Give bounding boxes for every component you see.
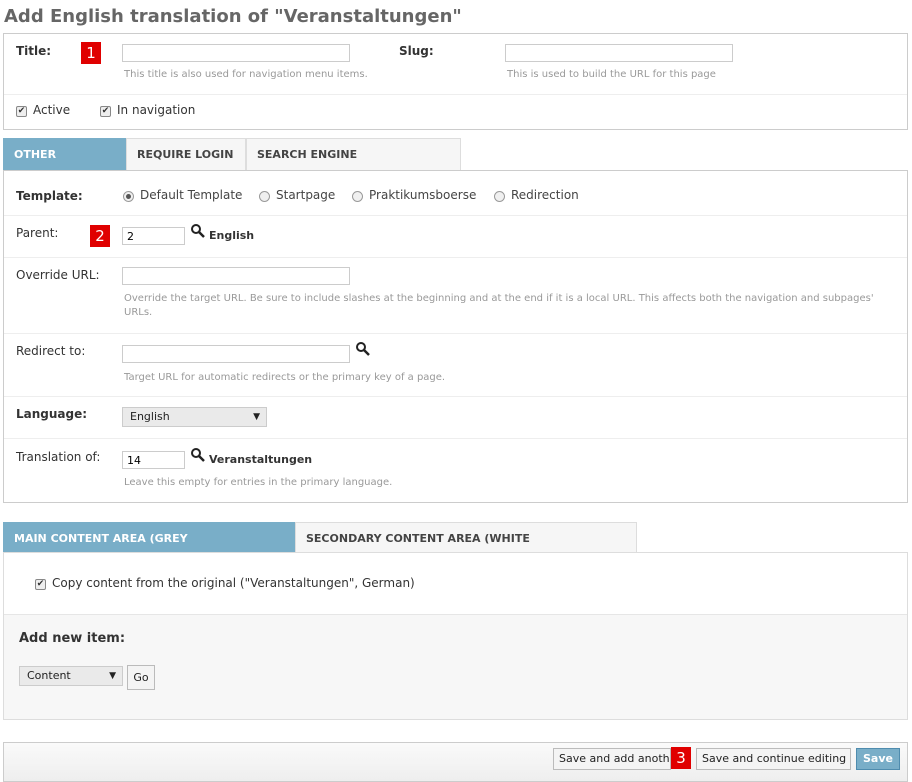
active-label: Active [33, 103, 71, 117]
content-panel: ✔ Copy content from the original ("Veran… [3, 552, 908, 720]
active-checkbox[interactable]: ✔ [16, 106, 27, 117]
tab-search-engine-optimization[interactable]: SEARCH ENGINE OPTIMIZATION [246, 138, 461, 193]
language-label: Language: [16, 407, 88, 421]
translation-of-input[interactable] [122, 451, 185, 469]
save-and-continue-editing-button[interactable]: Save and continue editing [696, 748, 851, 770]
title-label: Title: [16, 44, 52, 58]
divider [4, 396, 907, 397]
override-url-help: Override the target URL. Be sure to incl… [124, 293, 874, 304]
parent-lookup-magnifier-icon[interactable] [190, 223, 206, 239]
go-button[interactable]: Go [127, 665, 155, 690]
translation-of-label: Translation of: [16, 450, 101, 464]
copy-content-row: ✔ Copy content from the original ("Veran… [4, 553, 907, 615]
copy-content-label: Copy content from the original ("Veranst… [52, 576, 415, 590]
annotation-marker-2: 2 [90, 225, 110, 247]
basic-fields-panel: Title: 1 This title is also used for nav… [3, 33, 908, 130]
redirect-to-help: Target URL for automatic redirects or th… [124, 372, 446, 383]
save-button[interactable]: Save [856, 748, 900, 770]
tab-other-options[interactable]: OTHER OPTIONS [3, 138, 126, 193]
override-url-help-cont: URLs. [124, 307, 153, 318]
title-input[interactable] [122, 44, 350, 62]
template-label: Template: [16, 189, 83, 203]
chevron-down-icon: ▼ [109, 671, 116, 681]
parent-input[interactable] [122, 227, 185, 245]
translation-of-help: Leave this empty for entries in the prim… [124, 477, 393, 488]
annotation-marker-1: 1 [81, 42, 101, 64]
submit-row: Save and add another 3 Save and continue… [3, 742, 908, 782]
divider [4, 94, 907, 95]
slug-help: This is used to build the URL for this p… [507, 69, 716, 80]
annotation-marker-3: 3 [671, 747, 691, 769]
page-title: Add English translation of "Veranstaltun… [4, 6, 462, 27]
title-help: This title is also used for navigation m… [124, 69, 368, 80]
redirect-to-label: Redirect to: [16, 344, 86, 358]
parent-lookup-value: English [209, 229, 255, 242]
template-option-redirection: Redirection [511, 188, 579, 202]
divider [4, 333, 907, 334]
translation-lookup-magnifier-icon[interactable] [190, 447, 206, 463]
divider [4, 215, 907, 216]
redirect-to-input[interactable] [122, 345, 350, 363]
redirect-lookup-magnifier-icon[interactable] [355, 341, 371, 357]
chevron-down-icon: ▼ [253, 412, 260, 422]
translation-lookup-value: Veranstaltungen [209, 453, 313, 466]
template-radio-startpage[interactable] [259, 191, 270, 202]
template-radio-default[interactable] [123, 191, 134, 202]
copy-content-checkbox[interactable]: ✔ [35, 579, 46, 590]
tab-main-content-area[interactable]: MAIN CONTENT AREA (GREY BACKGROUND) [3, 522, 295, 577]
divider [4, 438, 907, 439]
tab-secondary-content-area[interactable]: SECONDARY CONTENT AREA (WHITE BACKGROUND… [295, 522, 637, 577]
language-select-value: English [130, 410, 170, 423]
other-options-panel: Template: Default Template Startpage Pra… [3, 170, 908, 503]
parent-label: Parent: [16, 226, 59, 240]
item-type-select[interactable]: Content ▼ [19, 666, 123, 686]
in-navigation-checkbox[interactable]: ✔ [100, 106, 111, 117]
language-select[interactable]: English ▼ [122, 407, 267, 427]
slug-label: Slug: [399, 44, 434, 58]
template-option-praktikumsboerse: Praktikumsboerse [369, 188, 477, 202]
override-url-label: Override URL: [16, 268, 100, 282]
in-navigation-label: In navigation [117, 103, 196, 117]
tab-require-login[interactable]: REQUIRE LOGIN [126, 138, 246, 170]
template-radio-redirection[interactable] [494, 191, 505, 202]
save-and-add-another-button[interactable]: Save and add another [553, 748, 671, 770]
template-option-default: Default Template [140, 188, 243, 202]
template-option-startpage: Startpage [276, 188, 336, 202]
override-url-input[interactable] [122, 267, 350, 285]
item-type-select-value: Content [27, 669, 71, 682]
template-radio-praktikumsboerse[interactable] [352, 191, 363, 202]
divider [4, 257, 907, 258]
slug-input[interactable] [505, 44, 733, 62]
add-new-item-label: Add new item: [19, 631, 126, 646]
